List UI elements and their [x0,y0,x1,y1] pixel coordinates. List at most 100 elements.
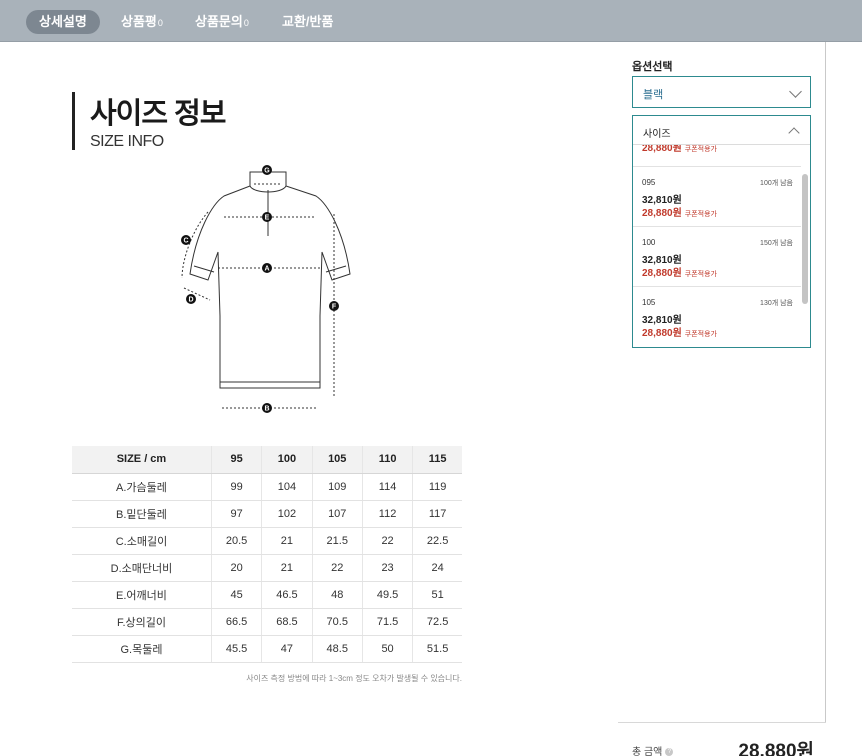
coupon-tag: 쿠폰적용가 [684,146,717,153]
sale-price: 28,880원 [642,268,682,279]
option-stock: 100개 남음 [760,180,793,187]
option-sale: 28,880원 쿠폰적용가 [642,204,717,219]
option-size: 100 [642,238,656,247]
table-cell: F.상의길이 [72,608,212,636]
table-cell: 22 [312,554,363,582]
marker-A: A [262,263,272,273]
table-row: B.밑단둘레 97 102 107 112 117 [72,500,462,528]
table-cell: 21.5 [312,527,363,555]
marker-D: D [186,294,196,304]
table-row: G.목둘레 45.5 47 48.5 50 51.5 [72,635,462,663]
table-cell: 24 [412,554,462,582]
marker-F: F [329,301,339,311]
table-cell: 46.5 [261,581,313,609]
tab-qna[interactable]: 상품문의0 [195,10,249,34]
table-row: C.소매길이 20.5 21 21.5 22 22.5 [72,527,462,555]
table-cell: 23 [362,554,414,582]
table-cell: 107 [312,500,363,528]
table-cell: 22.5 [412,527,462,555]
tab-count: 0 [243,18,249,28]
tab-label: 상품평 [121,14,157,29]
product-detail-content: 사이즈 정보 SIZE INFO G E C A D F B SIZE / cm… [0,42,618,756]
table-cell: 112 [362,500,414,528]
table-cell: A.가슴둘레 [72,473,212,501]
table-cell: 51 [412,581,462,609]
shirt-outline [189,171,351,389]
tab-label: 상세설명 [39,14,87,29]
marker-label: G [264,168,270,175]
sale-price: 28,880원 [642,208,682,219]
coupon-tag: 쿠폰적용가 [684,331,717,338]
title-accent-bar [72,92,75,150]
size-option-095[interactable]: 095 100개 남음 32,810원 28,880원 쿠폰적용가 [633,166,801,226]
table-header: 95 [211,446,263,474]
page-subtitle: SIZE INFO [90,133,164,150]
table-cell: 21 [261,554,313,582]
table-cell: 50 [362,635,414,663]
table-cell: 102 [261,500,313,528]
page-title: 사이즈 정보 [90,98,226,130]
marker-C: C [181,235,191,245]
table-cell: 71.5 [362,608,414,636]
size-measure-note: 사이즈 측정 방법에 따라 1~3cm 정도 오차가 발생될 수 있습니다. [246,674,462,683]
question-icon[interactable]: ? [665,748,674,756]
table-cell: 48.5 [312,635,363,663]
chevron-down-icon [789,85,802,98]
table-header: 110 [362,446,414,474]
table-cell: 119 [412,473,462,501]
marker-label: E [265,215,270,222]
table-cell: 49.5 [362,581,414,609]
size-select-placeholder: 사이즈 [643,129,671,140]
table-cell: 48 [312,581,363,609]
table-row: D.소매단너비 20 21 22 23 24 [72,554,462,582]
table-cell: B.밑단둘레 [72,500,212,528]
color-select[interactable]: 블랙 [632,76,811,108]
option-panel: 옵션선택 블랙 사이즈 28,880원 쿠폰적용가 095 100개 남음 32,… [618,42,826,756]
tab-label: 상품문의 [195,14,243,29]
size-option-105[interactable]: 105 130개 남음 32,810원 28,880원 쿠폰적용가 [633,286,801,346]
table-cell: 20.5 [211,527,263,555]
total-label: 총 금액? [632,743,674,756]
table-header: SIZE / cm [72,446,212,474]
marker-label: B [264,406,269,413]
size-select-header[interactable]: 사이즈 [633,116,810,145]
table-cell: 99 [211,473,263,501]
tab-exchange-return[interactable]: 교환/반품 [282,10,333,34]
option-size: 105 [642,298,656,307]
tab-reviews[interactable]: 상품평0 [121,10,163,34]
table-cell: 45.5 [211,635,263,663]
table-row: F.상의길이 66.5 68.5 70.5 71.5 72.5 [72,608,462,636]
dropdown-scrollbar[interactable] [802,174,808,304]
size-select-dropdown[interactable]: 사이즈 28,880원 쿠폰적용가 095 100개 남음 32,810원 28,… [632,115,811,348]
table-cell: 104 [261,473,313,501]
table-header: 105 [312,446,363,474]
table-cell: 51.5 [412,635,462,663]
table-cell: E.어깨너비 [72,581,212,609]
table-cell: 47 [261,635,313,663]
option-sale: 28,880원 쿠폰적용가 [642,264,717,279]
total-price-bar: 총 금액? 28,880원 [618,722,826,756]
option-stock: 150개 남음 [760,240,793,247]
table-cell: 21 [261,527,313,555]
option-sale: 28,880원 쿠폰적용가 [642,324,717,339]
marker-label: F [332,304,337,311]
size-option-100[interactable]: 100 150개 남음 32,810원 28,880원 쿠폰적용가 [633,226,801,286]
tab-description[interactable]: 상세설명 [26,10,100,34]
table-cell: 66.5 [211,608,263,636]
table-cell: 68.5 [261,608,313,636]
table-cell: 70.5 [312,608,363,636]
total-price: 28,880원 [738,741,814,756]
detail-tab-bar: 상세설명 상품평0 상품문의0 교환/반품 [0,0,862,42]
table-cell: 45 [211,581,263,609]
marker-label: D [188,297,193,304]
coupon-tag: 쿠폰적용가 [684,271,717,278]
marker-label: A [264,266,269,273]
option-stock: 130개 남음 [760,300,793,307]
table-cell: 117 [412,500,462,528]
marker-B: B [262,403,272,413]
marker-label: C [183,238,188,245]
table-header-row: SIZE / cm 95 100 105 110 115 [72,446,462,474]
table-cell: D.소매단너비 [72,554,212,582]
marker-G: G [262,165,272,175]
size-table: SIZE / cm 95 100 105 110 115 A.가슴둘레 99 1… [72,446,462,663]
